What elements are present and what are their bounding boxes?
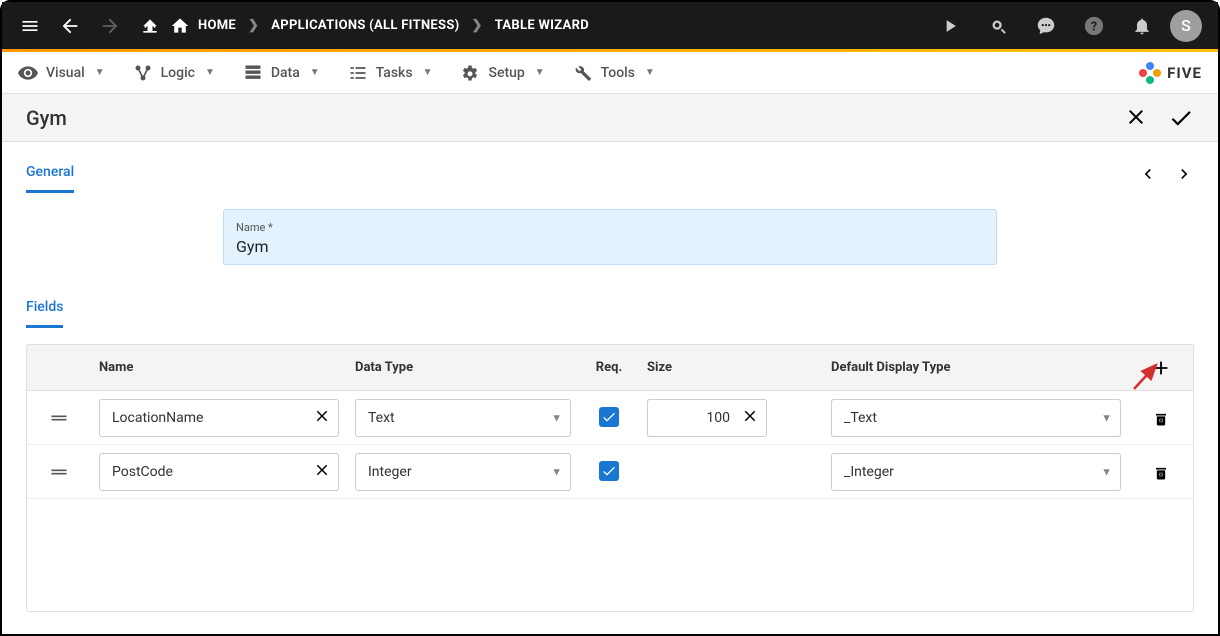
table-row: Text▼ _Text▼ — [27, 391, 1193, 445]
crumb-applications[interactable]: APPLICATIONS (ALL FITNESS) — [271, 18, 459, 33]
row-name-input[interactable] — [99, 453, 339, 491]
row-name-input[interactable] — [99, 399, 339, 437]
delete-row-icon[interactable] — [1151, 462, 1171, 482]
row-datatype-select[interactable]: Integer▼ — [355, 453, 571, 491]
tab-general[interactable]: General — [26, 154, 74, 193]
chevron-right-icon: ❯ — [248, 18, 259, 33]
back-icon[interactable] — [50, 6, 90, 46]
chat-icon[interactable] — [1026, 6, 1066, 46]
clear-icon[interactable] — [313, 461, 331, 483]
chevron-right-icon: ❯ — [472, 18, 483, 33]
home-icon — [170, 16, 190, 36]
menu-tools[interactable]: Tools▼ — [573, 63, 655, 83]
row-datatype-select[interactable]: Text▼ — [355, 399, 571, 437]
crumb-table-wizard[interactable]: TABLE WIZARD — [495, 18, 589, 33]
play-icon[interactable] — [930, 6, 970, 46]
svg-text:?: ? — [1091, 19, 1097, 34]
page-title: Gym — [26, 106, 67, 130]
table-header: Name Data Type Req. Size Default Display… — [27, 345, 1193, 391]
menu-setup[interactable]: Setup▼ — [460, 63, 544, 83]
breadcrumb: HOME ❯ APPLICATIONS (ALL FITNESS) ❯ TABL… — [170, 16, 589, 36]
row-displaytype-select[interactable]: _Integer▼ — [831, 453, 1121, 491]
name-value: Gym — [236, 237, 984, 256]
col-displaytype: Default Display Type — [823, 360, 1129, 375]
menu-icon[interactable] — [10, 6, 50, 46]
col-req: Req. — [579, 360, 639, 375]
avatar[interactable]: S — [1170, 10, 1202, 42]
help-icon[interactable]: ? — [1074, 6, 1114, 46]
name-field[interactable]: Name * Gym — [223, 209, 997, 265]
fields-table: Name Data Type Req. Size Default Display… — [26, 344, 1194, 612]
prev-icon[interactable] — [1138, 164, 1158, 184]
clear-icon[interactable] — [313, 407, 331, 429]
menu-visual[interactable]: Visual▼ — [18, 63, 105, 83]
next-icon[interactable] — [1174, 164, 1194, 184]
search-icon[interactable] — [978, 6, 1018, 46]
tab-fields[interactable]: Fields — [26, 289, 63, 328]
check-icon[interactable] — [1168, 105, 1194, 131]
close-icon[interactable] — [1124, 105, 1148, 129]
clear-icon[interactable] — [741, 407, 759, 429]
crumb-home[interactable]: HOME — [198, 18, 236, 33]
menu-logic[interactable]: Logic▼ — [133, 63, 215, 83]
forward-icon — [90, 6, 130, 46]
up-icon[interactable] — [130, 6, 170, 46]
row-req-checkbox[interactable] — [599, 461, 619, 481]
menubar: Visual▼ Logic▼ Data▼ Tasks▼ Setup▼ Tools… — [2, 52, 1218, 94]
page-header: Gym — [2, 94, 1218, 142]
menu-tasks[interactable]: Tasks▼ — [348, 63, 433, 83]
delete-row-icon[interactable] — [1151, 408, 1171, 428]
bell-icon[interactable] — [1122, 6, 1162, 46]
col-datatype: Data Type — [347, 360, 579, 375]
menu-data[interactable]: Data▼ — [243, 63, 320, 83]
topbar: HOME ❯ APPLICATIONS (ALL FITNESS) ❯ TABL… — [2, 2, 1218, 49]
add-row-icon[interactable] — [1150, 357, 1172, 379]
table-row: Integer▼ _Integer▼ — [27, 445, 1193, 499]
name-label: Name * — [236, 221, 273, 234]
drag-handle-icon[interactable] — [49, 462, 69, 482]
form-panel: General Name * Gym Fields Name Data Type… — [2, 142, 1218, 634]
row-req-checkbox[interactable] — [599, 407, 619, 427]
brand-logo: FIVE — [1139, 62, 1202, 84]
row-displaytype-select[interactable]: _Text▼ — [831, 399, 1121, 437]
drag-handle-icon[interactable] — [49, 408, 69, 428]
col-size: Size — [639, 360, 823, 375]
col-name: Name — [91, 360, 347, 375]
